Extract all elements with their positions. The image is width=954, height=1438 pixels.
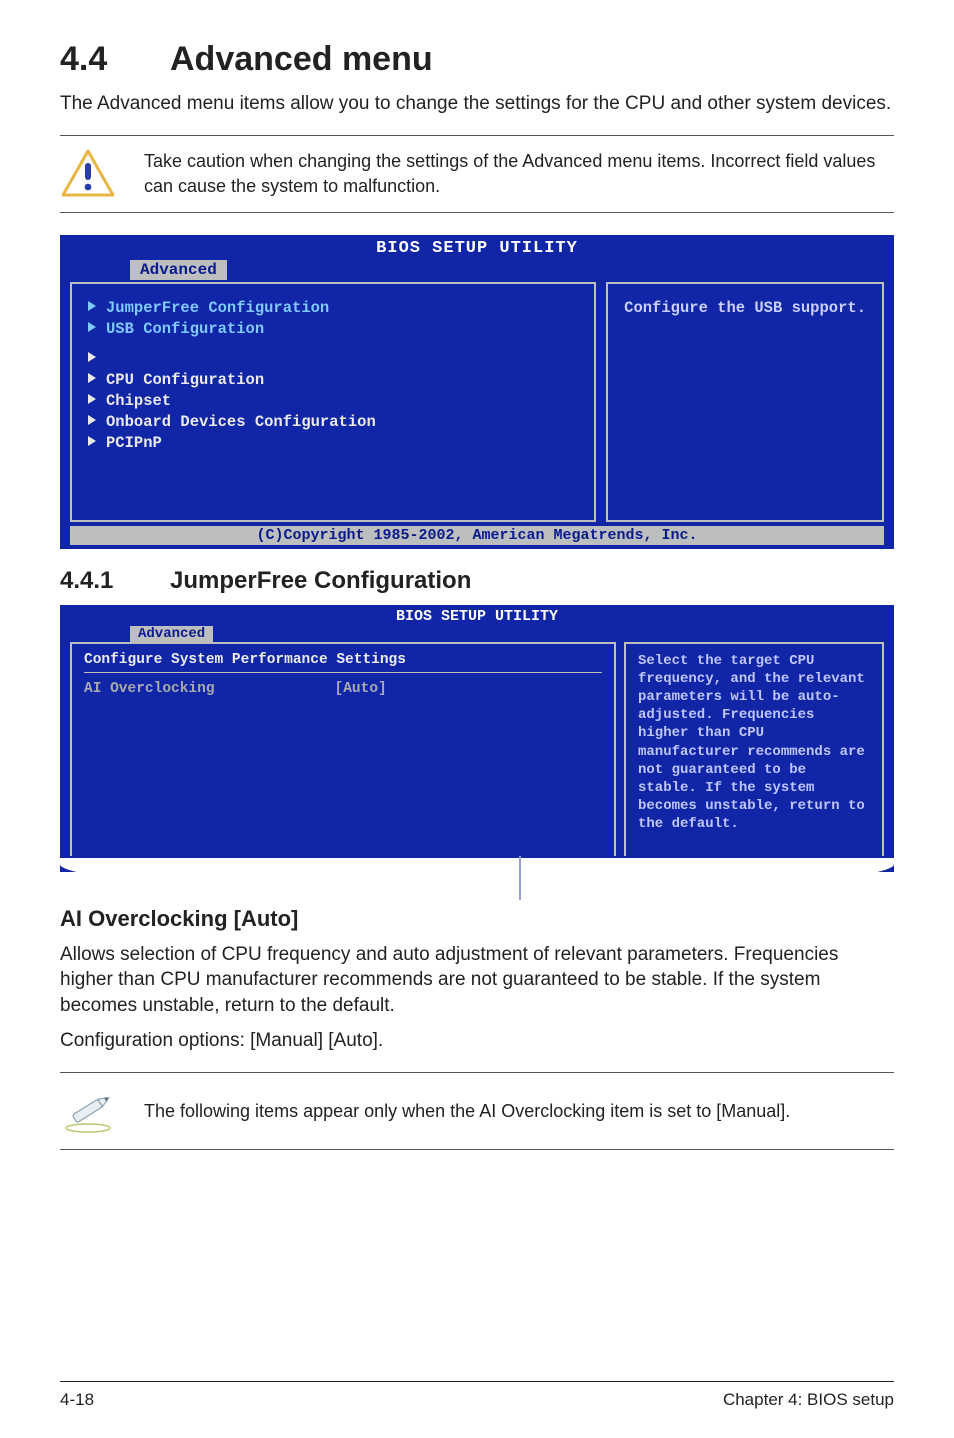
bios-right-pane: Configure the USB support. [606,282,884,522]
caution-note: Take caution when changing the settings … [60,135,894,213]
bios-help-text: Configure the USB support. [624,299,866,317]
footer-page-number: 4-18 [60,1390,94,1410]
bios2-titlebar: BIOS SETUP UTILITY [60,605,894,626]
footer-chapter: Chapter 4: BIOS setup [723,1390,894,1410]
bios-item-onboard: Onboard Devices Configuration [88,412,578,433]
section-heading: 4.4Advanced menu [60,40,894,79]
bios2-row-value: [Auto] [335,681,387,697]
subsection-number: 4.4.1 [60,567,170,595]
bios-copyright: (C)Copyright 1985-2002, American Megatre… [70,526,884,545]
bios-jumperfree-panel: BIOS SETUP UTILITY Advanced Configure Sy… [60,605,894,872]
tip-note: The following items appear only when the… [60,1072,894,1150]
bios2-left-pane: Configure System Performance Settings AI… [70,642,616,856]
bios-titlebar: BIOS SETUP UTILITY [60,235,894,260]
bios-item-usb-label: USB Configuration [106,320,264,338]
bios-left-pane: JumperFree Configuration USB Configurati… [70,282,596,522]
intro-paragraph: The Advanced menu items allow you to cha… [60,91,894,117]
bios2-row-ai-overclocking: AI Overclocking [Auto] [84,681,602,697]
bios2-help-text: Select the target CPU frequency, and the… [638,652,870,834]
bios-item-chipset-label: Chipset [106,392,171,410]
caution-text: Take caution when changing the settings … [144,149,894,198]
section-title-text: Advanced menu [170,40,433,78]
bios-item-jumperfree: JumperFree Configuration [88,299,329,317]
caution-icon [60,146,116,202]
bios-item-pcipnp-label: PCIPnP [106,434,162,452]
bios2-torn-edge [60,858,894,892]
bios-item-usb: USB Configuration [88,320,264,338]
bios2-tab-advanced: Advanced [130,626,213,642]
field-body-2: Configuration options: [Manual] [Auto]. [60,1028,894,1054]
bios2-panel-heading: Configure System Performance Settings [84,652,602,668]
field-heading: AI Overclocking [Auto] [60,906,894,932]
bios-item-onboard-label: Onboard Devices Configuration [106,413,376,431]
subsection-title-text: JumperFree Configuration [170,567,471,594]
bios-item-chipset: Chipset [88,391,578,412]
bios-advanced-menu: BIOS SETUP UTILITY Advanced JumperFree C… [60,235,894,549]
bios-tab-advanced: Advanced [130,260,227,280]
bios-tab-row: Advanced [60,260,894,282]
bios-item-jumperfree-label: JumperFree Configuration [106,299,329,317]
tip-text: The following items appear only when the… [144,1099,790,1123]
bios-item-cpu: CPU Configuration [88,370,578,391]
bios-item-cpu-label: CPU Configuration [106,371,264,389]
bios-item-pcipnp: PCIPnP [88,433,578,454]
pencil-icon [60,1083,116,1139]
bios2-right-pane: Select the target CPU frequency, and the… [624,642,884,856]
page-footer: 4-18 Chapter 4: BIOS setup [60,1381,894,1410]
field-body-1: Allows selection of CPU frequency and au… [60,942,894,1019]
section-number: 4.4 [60,40,170,79]
bios-item-blank-arrow [88,349,578,370]
bios2-row-label: AI Overclocking [84,681,215,697]
subsection-heading: 4.4.1JumperFree Configuration [60,567,894,595]
